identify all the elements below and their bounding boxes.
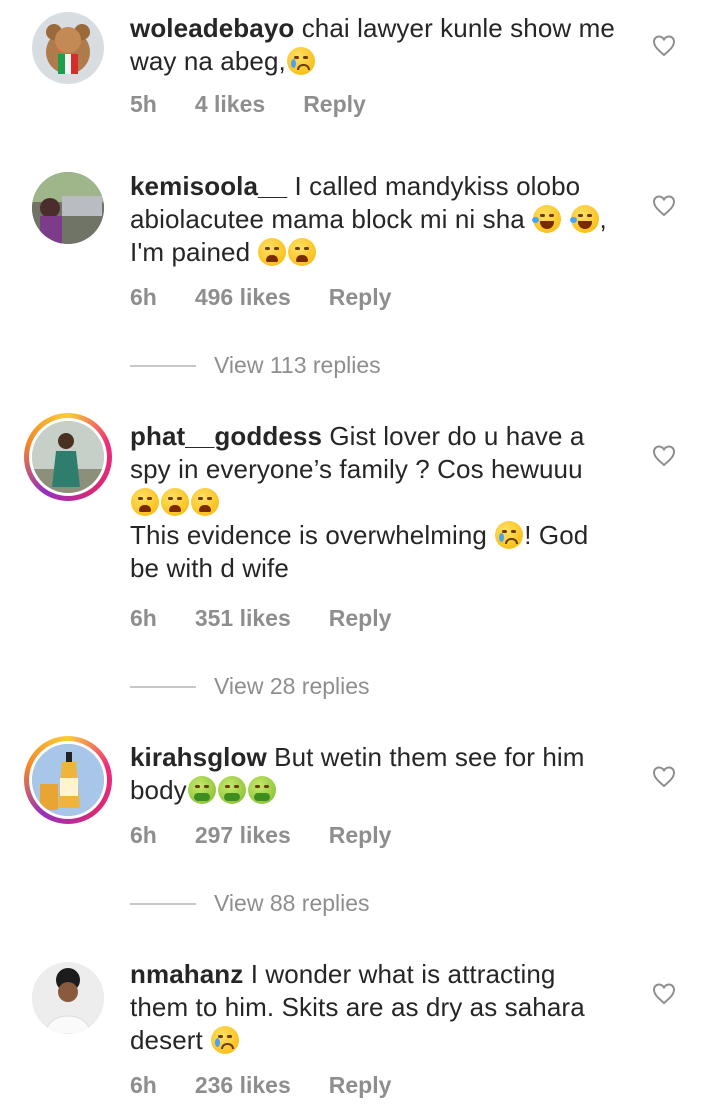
comment-time: 6h xyxy=(130,822,157,848)
comment-meta: 5h 4 likes Reply xyxy=(130,91,366,118)
comment-text: nmahanz I wonder what is attracting them… xyxy=(130,958,620,1057)
comment-text: kemisoola__ I called mandykiss olobo abi… xyxy=(130,170,620,269)
view-replies-label[interactable]: View 28 replies xyxy=(214,673,370,700)
comment-username[interactable]: woleadebayo xyxy=(130,13,294,43)
avatar-story-ring[interactable] xyxy=(24,413,112,501)
crying-face-emoji xyxy=(286,47,315,75)
nauseated-face-emoji xyxy=(187,776,216,804)
heart-icon[interactable] xyxy=(652,445,676,467)
likes-count[interactable]: 351 likes xyxy=(195,605,291,632)
nauseated-face-emoji xyxy=(247,776,276,804)
divider-line xyxy=(130,364,196,367)
avatar[interactable] xyxy=(32,172,104,244)
heart-icon[interactable] xyxy=(652,35,676,57)
view-replies-label[interactable]: View 88 replies xyxy=(214,890,370,917)
comment-meta: 6h 236 likes Reply xyxy=(130,1072,391,1099)
likes-count[interactable]: 297 likes xyxy=(195,822,291,849)
avatar[interactable] xyxy=(29,741,107,819)
view-replies-label[interactable]: View 113 replies xyxy=(214,352,381,379)
comment-username[interactable]: kirahsglow xyxy=(130,742,267,772)
tired-face-emoji xyxy=(288,238,317,266)
comment-text: woleadebayo chai lawyer kunle show me wa… xyxy=(130,12,620,78)
comment-time: 6h xyxy=(130,1072,157,1098)
comment-username[interactable]: nmahanz xyxy=(130,959,243,989)
nauseated-face-emoji xyxy=(217,776,246,804)
crying-face-emoji xyxy=(495,521,524,549)
tired-face-emoji xyxy=(131,488,159,516)
reply-button[interactable]: Reply xyxy=(329,822,392,849)
avatar[interactable] xyxy=(32,962,104,1034)
tired-face-emoji xyxy=(191,488,219,516)
reply-button[interactable]: Reply xyxy=(303,91,366,118)
comment-username[interactable]: kemisoola__ xyxy=(130,171,287,201)
comment-meta: 6h 496 likes Reply xyxy=(130,284,391,311)
reply-button[interactable]: Reply xyxy=(329,605,392,632)
likes-count[interactable]: 4 likes xyxy=(195,91,265,118)
comment-time: 6h xyxy=(130,605,157,631)
avatar-story-ring[interactable] xyxy=(24,736,112,824)
heart-icon[interactable] xyxy=(652,983,676,1005)
likes-count[interactable]: 236 likes xyxy=(195,1072,291,1099)
heart-icon[interactable] xyxy=(652,195,676,217)
laughing-tears-emoji xyxy=(532,205,562,233)
view-replies-button[interactable]: View 113 replies xyxy=(130,352,381,379)
crying-face-emoji xyxy=(211,1026,240,1054)
heart-icon[interactable] xyxy=(652,766,676,788)
divider-line xyxy=(130,902,196,905)
comment-meta: 6h 297 likes Reply xyxy=(130,822,391,849)
avatar[interactable] xyxy=(29,418,107,496)
comment-body: This evidence is overwhelming xyxy=(130,520,487,550)
view-replies-button[interactable]: View 28 replies xyxy=(130,673,370,700)
tired-face-emoji xyxy=(258,238,287,266)
comment-text: kirahsglow But wetin them see for him bo… xyxy=(130,741,620,807)
divider-line xyxy=(130,685,196,688)
laughing-tears-emoji xyxy=(569,205,599,233)
comment-time: 6h xyxy=(130,284,157,310)
reply-button[interactable]: Reply xyxy=(329,1072,392,1099)
likes-count[interactable]: 496 likes xyxy=(195,284,291,311)
reply-button[interactable]: Reply xyxy=(329,284,392,311)
comment-meta: 6h 351 likes Reply xyxy=(130,605,391,632)
view-replies-button[interactable]: View 88 replies xyxy=(130,890,370,917)
comment-username[interactable]: phat__goddess xyxy=(130,421,322,451)
avatar[interactable] xyxy=(32,12,104,84)
comment-text: phat__goddess Gist lover do u have a spy… xyxy=(130,420,620,585)
tired-face-emoji xyxy=(161,488,189,516)
comment-time: 5h xyxy=(130,91,157,117)
